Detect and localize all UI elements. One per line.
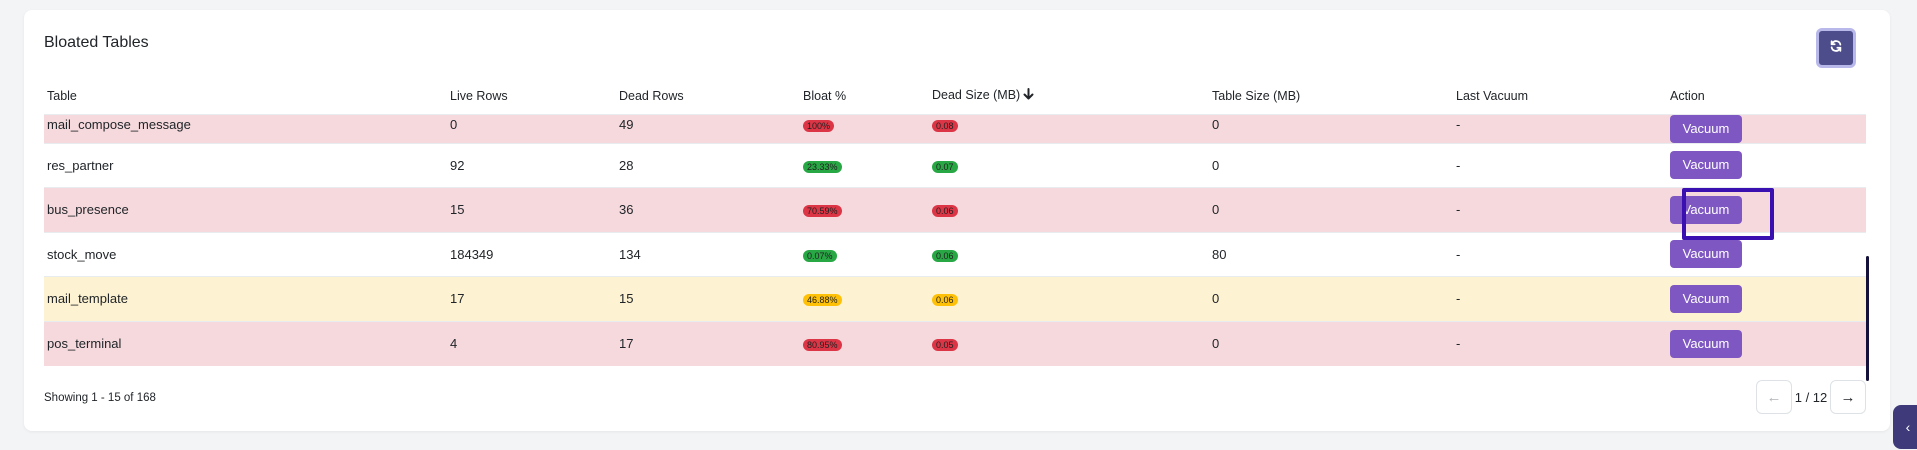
refresh-button[interactable] [1816,28,1856,68]
cell-dead-size: 0.06 [929,231,1209,277]
cell-last-vacuum: - [1453,142,1667,188]
cell-last-vacuum: - [1453,231,1667,277]
cell-table-size: 0 [1209,113,1453,143]
col-header-action: Action [1670,88,1705,103]
prev-page-button[interactable]: ← [1756,380,1792,414]
cell-bloat: 0.07% [800,231,929,277]
cell-table-name: bus_presence [44,187,447,232]
dead-size-badge: 0.08 [932,119,958,132]
col-header-dead-size[interactable]: Dead Size (MB) [929,78,1209,114]
cell-table-name: res_partner [44,142,447,188]
cell-table-size: 80 [1209,231,1453,277]
vacuum-button[interactable]: Vacuum [1670,329,1742,358]
col-header-table-size[interactable]: Table Size (MB) [1209,78,1453,114]
cell-action: Vacuum [1667,276,1866,321]
cell-dead-size: 0.08 [929,113,1209,143]
cell-table-name: mail_compose_message [44,113,447,143]
cell-table-size: 0 [1209,276,1453,321]
cell-table-size: 0 [1209,142,1453,188]
cell-last-vacuum: - [1453,320,1667,366]
cell-table-name: mail_template [44,276,447,321]
cell-action: Vacuum [1667,142,1866,188]
table-row: bus_presence 15 36 70.59% 0.06 0 - Vacuu… [44,187,1866,232]
cell-live-rows: 4 [447,320,616,366]
cell-table-size: 0 [1209,187,1453,232]
cell-table-size: 0 [1209,320,1453,366]
cell-live-rows: 184349 [447,231,616,277]
table-row: pos_terminal 4 17 80.95% 0.05 0 - Vacuum [44,320,1866,366]
dead-size-badge: 0.07 [932,160,958,173]
cell-dead-rows: 36 [616,187,800,232]
cell-dead-rows: 28 [616,142,800,188]
table-header-row: Table Live Rows Dead Rows Bloat % Dead S… [44,78,1866,114]
col-header-last-vacuum[interactable]: Last Vacuum [1453,78,1667,114]
chevron-left-icon: ‹ [1905,419,1911,435]
col-header-bloat[interactable]: Bloat % [800,78,929,114]
vacuum-button[interactable]: Vacuum [1670,114,1742,143]
cell-live-rows: 0 [447,113,616,143]
table-row: mail_compose_message 0 49 100% 0.08 0 - … [44,113,1866,143]
cell-dead-size: 0.05 [929,320,1209,366]
cell-bloat: 23.33% [800,142,929,188]
cell-dead-rows: 15 [616,276,800,321]
cell-bloat: 46.88% [800,276,929,321]
cell-dead-rows: 17 [616,320,800,366]
cell-action: Vacuum [1667,187,1866,232]
cell-dead-size: 0.06 [929,276,1209,321]
cell-table-name: stock_move [44,231,447,277]
vertical-scrollbar[interactable] [1866,256,1869,381]
bloat-badge: 70.59% [803,205,842,218]
cell-dead-rows: 49 [616,113,800,143]
cell-live-rows: 15 [447,187,616,232]
cell-live-rows: 92 [447,142,616,188]
bloat-badge: 100% [803,119,835,132]
cell-dead-size: 0.06 [929,187,1209,232]
refresh-icon [1829,39,1843,58]
dead-size-badge: 0.06 [932,294,958,307]
cell-bloat: 70.59% [800,187,929,232]
vacuum-button[interactable]: Vacuum [1670,195,1742,224]
table-row: res_partner 92 28 23.33% 0.07 0 - Vacuum [44,142,1866,188]
bloated-tables-card: Bloated Tables Table Live Rows Dead Rows… [24,10,1890,431]
cell-bloat: 100% [800,113,929,143]
cell-action: Vacuum [1667,231,1866,277]
table-row: mail_template 17 15 46.88% 0.06 0 - Vacu… [44,276,1866,321]
sidebar-toggle[interactable]: ‹ [1893,405,1917,449]
bloated-tables-table: Table Live Rows Dead Rows Bloat % Dead S… [44,78,1866,366]
bloat-badge: 0.07% [803,249,837,262]
next-page-button[interactable]: → [1830,380,1866,414]
table-scroll-area[interactable]: Table Live Rows Dead Rows Bloat % Dead S… [44,78,1866,368]
cell-table-name: pos_terminal [44,320,447,366]
dead-size-badge: 0.06 [932,249,958,262]
col-header-dead-rows[interactable]: Dead Rows [616,78,800,114]
cell-last-vacuum: - [1453,187,1667,232]
col-header-live-rows[interactable]: Live Rows [447,78,616,114]
col-header-dead-size-label: Dead Size (MB) [932,88,1021,103]
cell-dead-rows: 134 [616,231,800,277]
cell-live-rows: 17 [447,276,616,321]
page-indicator: 1 / 12 [1794,389,1828,405]
pagination-summary: Showing 1 - 15 of 168 [44,392,156,404]
cell-last-vacuum: - [1453,113,1667,143]
table-row: stock_move 184349 134 0.07% 0.06 80 - Va… [44,231,1866,277]
vacuum-button[interactable]: Vacuum [1670,240,1742,269]
cell-last-vacuum: - [1453,276,1667,321]
cell-dead-size: 0.07 [929,142,1209,188]
col-header-table[interactable]: Table [44,78,447,114]
vacuum-button[interactable]: Vacuum [1670,151,1742,180]
dead-size-badge: 0.05 [932,339,958,351]
sort-desc-icon [1023,88,1034,103]
bloat-badge: 80.95% [803,339,842,351]
cell-bloat: 80.95% [800,320,929,366]
cell-action: Vacuum [1667,320,1866,366]
cell-action: Vacuum [1667,113,1866,143]
card-title: Bloated Tables [44,34,149,51]
bloat-badge: 46.88% [803,294,842,307]
dead-size-badge: 0.06 [932,205,958,218]
bloat-badge: 23.33% [803,160,842,173]
vacuum-button[interactable]: Vacuum [1670,284,1742,313]
